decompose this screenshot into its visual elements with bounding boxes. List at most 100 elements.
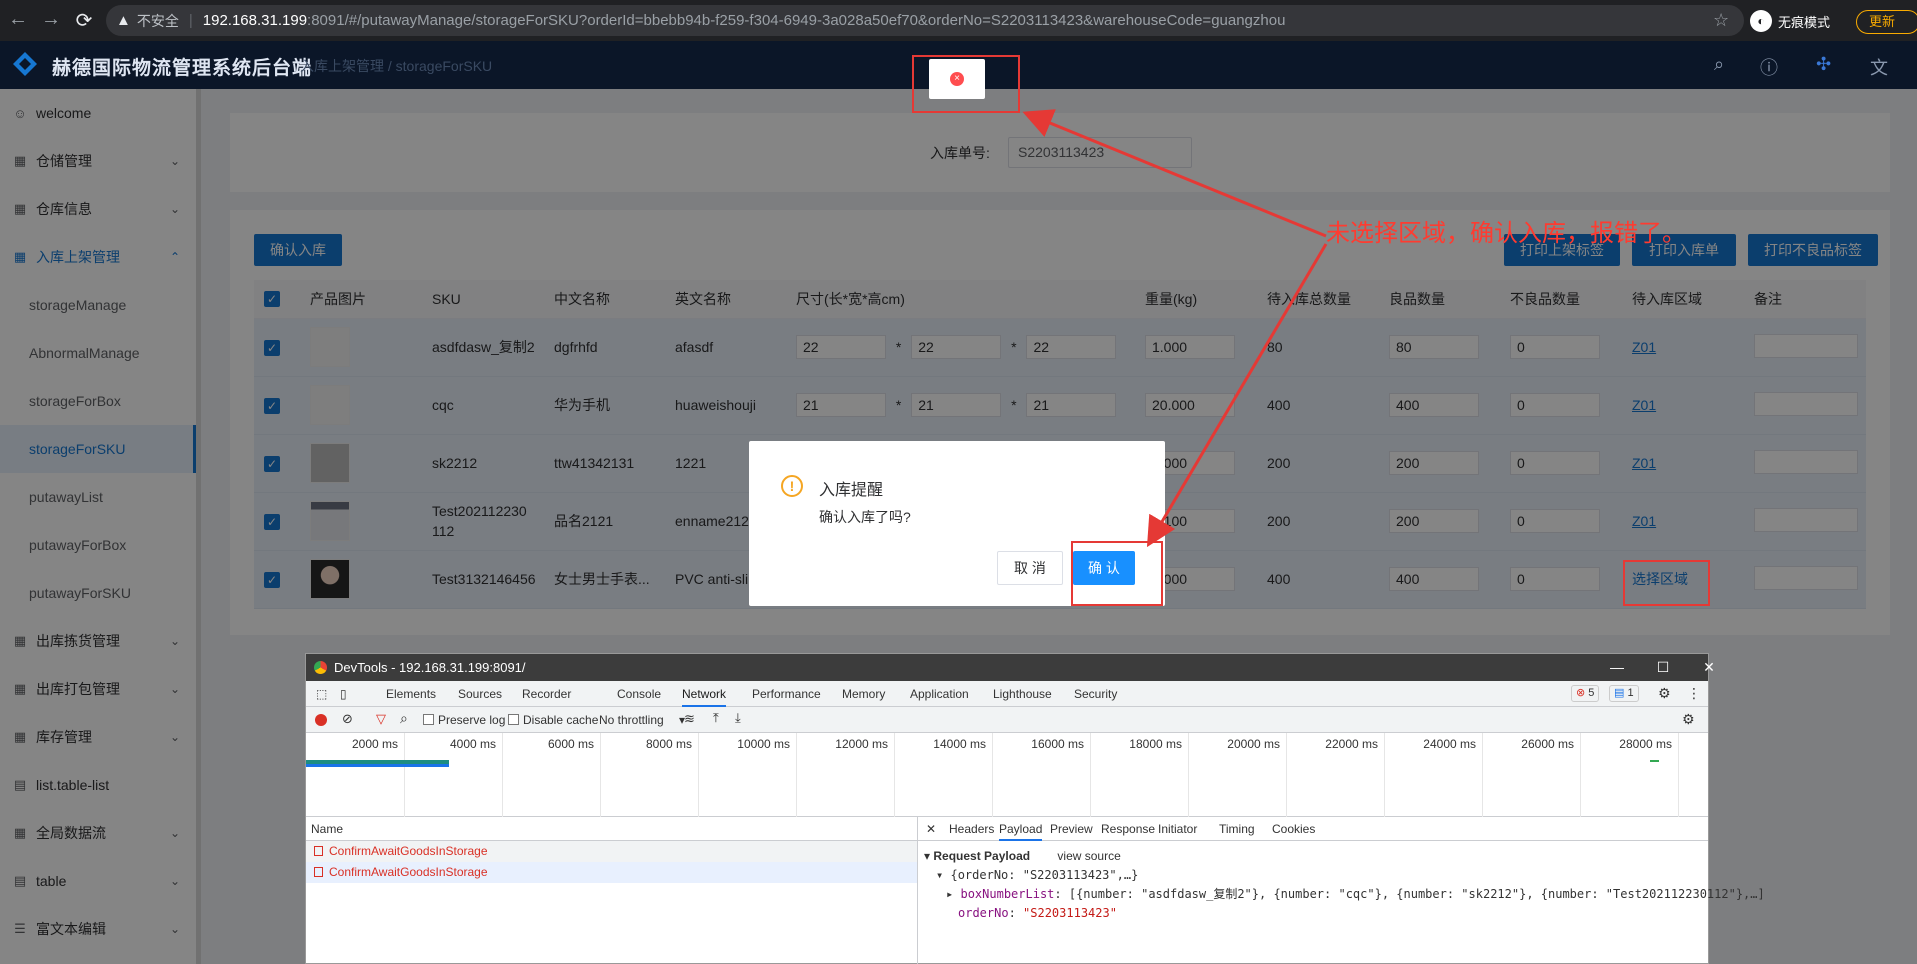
address-separator: | [188, 12, 193, 29]
app-title: 赫德国际物流管理系统后台端 [52, 58, 313, 79]
request-row[interactable]: ConfirmAwaitGoodsInStorage [306, 841, 917, 862]
insecure-label: 不安全 [136, 12, 179, 29]
issue-count-badge[interactable]: ▤ 1 [1609, 685, 1639, 702]
annotation-text: 未选择区域，确认入库，报错了。 [1326, 220, 1686, 247]
throttling-value: No throttling [599, 713, 664, 727]
annotation-box-toast [912, 55, 1020, 113]
request-type-icon [314, 846, 323, 856]
throttling-select[interactable]: No throttling ▾ [599, 713, 685, 727]
payload-order-no: orderNo: "S2203113423" [958, 906, 1117, 920]
maximize-icon[interactable]: ☐ [1640, 654, 1686, 681]
checkbox-box [423, 714, 434, 725]
payload-section-header[interactable]: ▾ Request Payload view source [924, 847, 1708, 866]
search-icon[interactable]: ⌕ [400, 710, 408, 727]
timeline-tick: 2000 ms [351, 737, 398, 751]
tab-response[interactable]: Response [1101, 822, 1155, 836]
timeline-bar [306, 764, 449, 767]
timeline-tick: 20000 ms [1188, 733, 1286, 817]
timeline-tick: 6000 ms [502, 733, 600, 817]
network-conditions-icon[interactable]: ≋ [684, 711, 695, 727]
payload-box-list[interactable]: ▸ boxNumberList: [{number: "asdfdasw_复制2… [924, 885, 1765, 904]
tab-preview[interactable]: Preview [1050, 822, 1093, 836]
timeline-tick: 12000 ms [796, 733, 894, 817]
more-icon[interactable]: ⋮ [1687, 685, 1701, 702]
name-column-header[interactable]: Name [306, 817, 917, 841]
tab-recorder[interactable]: Recorder [522, 687, 571, 701]
view-source-link[interactable]: view source [1057, 849, 1120, 863]
search-icon[interactable]: ⌕ [1714, 54, 1724, 75]
tab-timing[interactable]: Timing [1219, 822, 1255, 836]
warning-icon: ▲ [116, 12, 131, 29]
annotation-box-confirm [1071, 541, 1163, 606]
issue-count-icon: ▤ [1614, 687, 1625, 699]
tab-initiator[interactable]: Initiator [1158, 822, 1197, 836]
tab-application[interactable]: Application [910, 687, 969, 701]
timeline-bar [1650, 760, 1659, 762]
help-icon[interactable]: ⓘ [1760, 54, 1778, 80]
close-icon[interactable]: ✕ [926, 822, 936, 836]
device-toolbar-icon[interactable]: ▯ [340, 687, 347, 701]
disable-cache-checkbox[interactable]: Disable cache [508, 713, 598, 727]
incognito-label: 无痕模式 [1778, 14, 1831, 30]
request-type-icon [314, 867, 323, 877]
expand-triangle-icon: ▾ [936, 868, 944, 882]
network-settings-icon[interactable]: ⚙ [1682, 711, 1695, 728]
tab-payload[interactable]: Payload [999, 822, 1043, 841]
update-button[interactable]: 更新 [1856, 10, 1917, 34]
network-timeline[interactable]: 2000 ms 4000 ms 6000 ms 8000 ms 10000 ms… [306, 733, 1708, 817]
inspect-icon[interactable]: ⬚ [316, 687, 327, 701]
payload-view: ▾ Request Payload view source ▾ {orderNo… [918, 841, 1765, 923]
annotation-box-area [1623, 560, 1710, 606]
avatar[interactable]: ✣ [1816, 54, 1831, 75]
dialog-message: 确认入库了吗? [819, 509, 911, 525]
preserve-log-label: Preserve log [438, 713, 506, 727]
tab-performance[interactable]: Performance [752, 687, 821, 701]
close-icon[interactable]: ✕ [1686, 654, 1732, 681]
address-bar[interactable]: ▲ 不安全 | 192.168.31.199 :8091/#/putawayMa… [106, 5, 1744, 36]
reload-icon[interactable]: ⟳ [66, 8, 102, 33]
timeline-tick: 4000 ms [404, 733, 502, 817]
preserve-log-checkbox[interactable]: Preserve log [423, 713, 505, 727]
export-har-icon[interactable]: ⤓ [735, 710, 741, 726]
back-icon[interactable]: ← [0, 8, 36, 31]
timeline-tick [1678, 733, 1708, 817]
timeline-tick: 24000 ms [1384, 733, 1482, 817]
tab-network[interactable]: Network [682, 687, 727, 707]
clear-icon[interactable]: ⊘ [342, 711, 353, 727]
key-separator: : [1054, 887, 1069, 901]
incognito-indicator[interactable]: ◐ 无痕模式 [1750, 10, 1830, 32]
tab-security[interactable]: Security [1074, 687, 1117, 701]
forward-icon[interactable]: → [33, 8, 69, 31]
devtools-window: DevTools - 192.168.31.199:8091/ — ☐ ✕ ⬚ … [305, 653, 1765, 964]
app-logo-icon [13, 52, 37, 76]
timeline-tick: 8000 ms [600, 733, 698, 817]
timeline-tick: 26000 ms [1482, 733, 1580, 817]
tab-elements[interactable]: Elements [386, 687, 436, 701]
settings-icon[interactable]: ⚙ [1658, 685, 1671, 702]
bookmark-star-icon[interactable]: ☆ [1713, 10, 1729, 31]
url-host: 192.168.31.199 [202, 12, 308, 29]
incognito-icon: ◐ [1750, 10, 1772, 32]
minimize-icon[interactable]: — [1594, 654, 1640, 681]
tab-console[interactable]: Console [617, 687, 661, 701]
tab-memory[interactable]: Memory [842, 687, 885, 701]
error-count-badge[interactable]: ⊗ 5 [1571, 685, 1600, 702]
checkbox-box [508, 714, 519, 725]
request-row[interactable]: ConfirmAwaitGoodsInStorage [306, 862, 917, 883]
tab-lighthouse[interactable]: Lighthouse [993, 687, 1052, 701]
tab-sources[interactable]: Sources [458, 687, 502, 701]
breadcrumb: 入库上架管理 / storageForSKU [300, 58, 493, 74]
tab-headers[interactable]: Headers [949, 822, 994, 836]
import-har-icon[interactable]: ⤒ [713, 710, 719, 726]
cancel-button[interactable]: 取 消 [997, 551, 1063, 585]
browser-toolbar: ← → ⟳ ▲ 不安全 | 192.168.31.199 :8091/#/put… [0, 0, 1917, 41]
issue-count: 1 [1627, 687, 1634, 699]
filter-icon[interactable]: ▽ [376, 711, 386, 727]
disable-cache-label: Disable cache [523, 713, 599, 727]
record-icon[interactable] [315, 714, 327, 726]
language-icon[interactable]: 文 [1870, 54, 1888, 80]
detail-tabs: ✕ Headers Payload Preview Response Initi… [918, 817, 1708, 841]
tab-cookies[interactable]: Cookies [1272, 822, 1315, 836]
chrome-icon [314, 661, 327, 674]
payload-summary[interactable]: ▾ {orderNo: "S2203113423",…} [924, 866, 1708, 885]
